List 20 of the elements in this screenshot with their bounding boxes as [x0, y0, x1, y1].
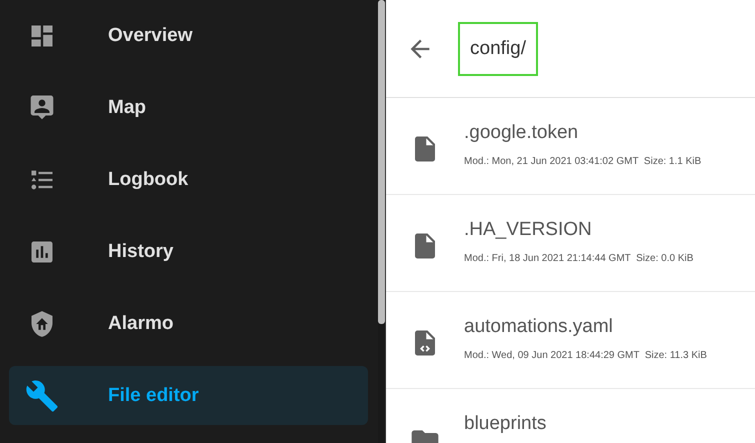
sidebar-item[interactable]: Logbook [9, 144, 368, 216]
sidebar-item[interactable]: File editor [9, 366, 368, 425]
folder-path: config/ [458, 22, 538, 76]
sidebar-item[interactable]: Map [9, 72, 368, 144]
file-metadata: Mod.: Mon, 21 Jun 2021 03:41:02 GMT Size: 1.1 KiB [464, 156, 702, 167]
file-row[interactable]: automations.yaml Mod.: Wed, 09 Jun 2021 18:44:29 GMT Size: 11.3 KiB [386, 292, 755, 389]
scrollbar-thumb[interactable] [378, 0, 385, 324]
wrench-icon [24, 378, 58, 412]
file-row[interactable]: .HA_VERSION Mod.: Fri, 18 Jun 2021 21:14:44 GMT Size: 0.0 KiB [386, 195, 755, 292]
file-name: .HA_VERSION [464, 219, 593, 241]
file-metadata: Mod.: Fri, 18 Jun 2021 21:14:44 GMT Size: 0.0 KiB [464, 253, 694, 264]
file-name: .google.token [464, 122, 580, 144]
file-metadata: Mod.: Wed, 09 Jun 2021 18:44:29 GMT Size: 11.3 KiB [464, 350, 707, 361]
sidebar-item[interactable]: History [9, 216, 368, 288]
sidebar-item[interactable]: Overview [9, 0, 368, 72]
file-row[interactable]: .google.token Mod.: Mon, 21 Jun 2021 03:41:02 GMT Size: 1.1 KiB [386, 98, 755, 195]
file-row[interactable]: blueprints [386, 389, 755, 443]
file-name: blueprints [464, 413, 546, 435]
sidebar-item[interactable]: Alarmo [9, 288, 368, 360]
file-name: automations.yaml [464, 316, 614, 338]
